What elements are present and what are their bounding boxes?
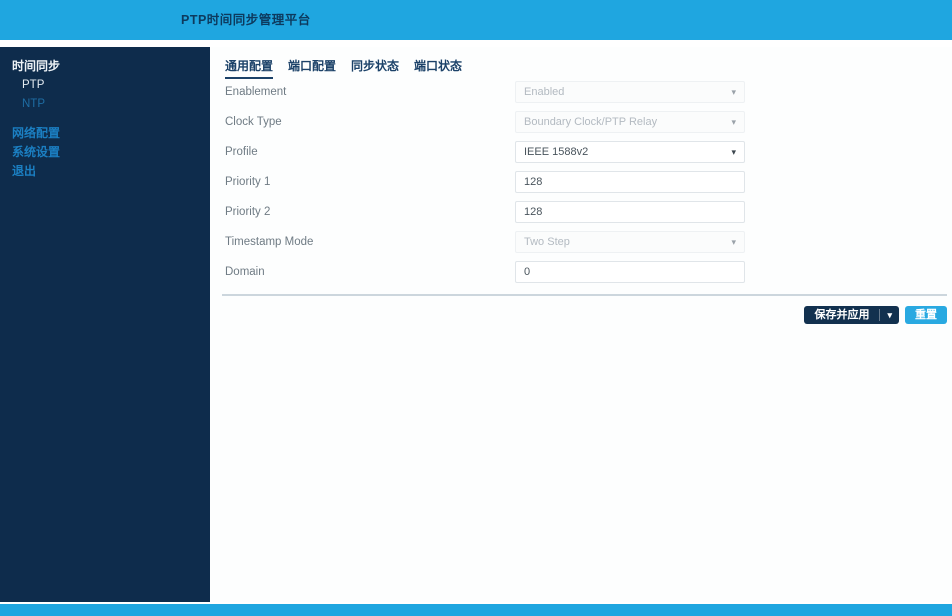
profile-value: IEEE 1588v2	[524, 146, 589, 158]
priority-2-label: Priority 2	[225, 206, 271, 218]
general-config-form: Enablement Enabled ▾ Clock Type Boundary…	[225, 81, 745, 291]
clock-type-value: Boundary Clock/PTP Relay	[524, 116, 658, 128]
form-row-profile: Profile IEEE 1588v2 ▾	[225, 141, 745, 163]
reset-button[interactable]: 重置	[905, 306, 947, 324]
tab-bar: 通用配置 端口配置 同步状态 端口状态	[225, 57, 462, 79]
form-row-priority-1: Priority 1	[225, 171, 745, 193]
chevron-down-icon: ▾	[731, 86, 736, 97]
chevron-down-icon: ▾	[731, 116, 736, 127]
priority-1-input[interactable]	[515, 171, 745, 193]
app-title: PTP时间同步管理平台	[181, 13, 311, 27]
form-row-timestamp-mode: Timestamp Mode Two Step ▾	[225, 231, 745, 253]
timestamp-mode-select: Two Step ▾	[515, 231, 745, 253]
app-window: PTP时间同步管理平台 时间同步 PTP NTP 网络配置 系统设置 退出 通用…	[0, 0, 952, 616]
form-row-priority-2: Priority 2	[225, 201, 745, 223]
sidebar-item-time-sync[interactable]: 时间同步	[12, 57, 210, 76]
profile-select[interactable]: IEEE 1588v2 ▾	[515, 141, 745, 163]
sidebar-item-logout[interactable]: 退出	[12, 162, 210, 181]
domain-input[interactable]	[515, 261, 745, 283]
enablement-label: Enablement	[225, 86, 287, 98]
chevron-down-icon: ▾	[731, 146, 736, 157]
tab-port-config[interactable]: 端口配置	[288, 57, 336, 79]
priority-1-label: Priority 1	[225, 176, 271, 188]
tab-sync-status[interactable]: 同步状态	[351, 57, 399, 79]
tab-general-config[interactable]: 通用配置	[225, 57, 274, 79]
priority-2-input[interactable]	[515, 201, 745, 223]
form-actions-divider	[222, 294, 947, 296]
clock-type-select: Boundary Clock/PTP Relay ▾	[515, 111, 745, 133]
sidebar-item-ptp[interactable]: PTP	[22, 76, 210, 95]
main-content: 通用配置 端口配置 同步状态 端口状态 Enablement Enabled ▾…	[210, 47, 952, 602]
clock-type-label: Clock Type	[225, 116, 282, 128]
enablement-select: Enabled ▾	[515, 81, 745, 103]
bottom-bar	[0, 604, 952, 616]
chevron-down-icon: ▾	[731, 236, 736, 247]
chevron-down-icon[interactable]: ▾	[880, 306, 899, 324]
enablement-value: Enabled	[524, 86, 565, 98]
save-apply-split-button: 保存并应用 ▾	[804, 306, 899, 324]
form-row-enablement: Enablement Enabled ▾	[225, 81, 745, 103]
domain-label: Domain	[225, 266, 265, 278]
top-bar: PTP时间同步管理平台	[0, 0, 952, 40]
sidebar: 时间同步 PTP NTP 网络配置 系统设置 退出	[0, 47, 210, 602]
timestamp-mode-value: Two Step	[524, 236, 570, 248]
sidebar-item-system-settings[interactable]: 系统设置	[12, 143, 210, 162]
timestamp-mode-label: Timestamp Mode	[225, 236, 314, 248]
sidebar-item-ntp[interactable]: NTP	[22, 95, 210, 114]
form-actions: 保存并应用 ▾ 重置	[804, 306, 947, 324]
form-row-clock-type: Clock Type Boundary Clock/PTP Relay ▾	[225, 111, 745, 133]
tab-port-status[interactable]: 端口状态	[414, 57, 462, 79]
save-apply-button[interactable]: 保存并应用	[804, 306, 879, 324]
profile-label: Profile	[225, 146, 258, 158]
sidebar-item-network-config[interactable]: 网络配置	[12, 124, 210, 143]
form-row-domain: Domain	[225, 261, 745, 283]
